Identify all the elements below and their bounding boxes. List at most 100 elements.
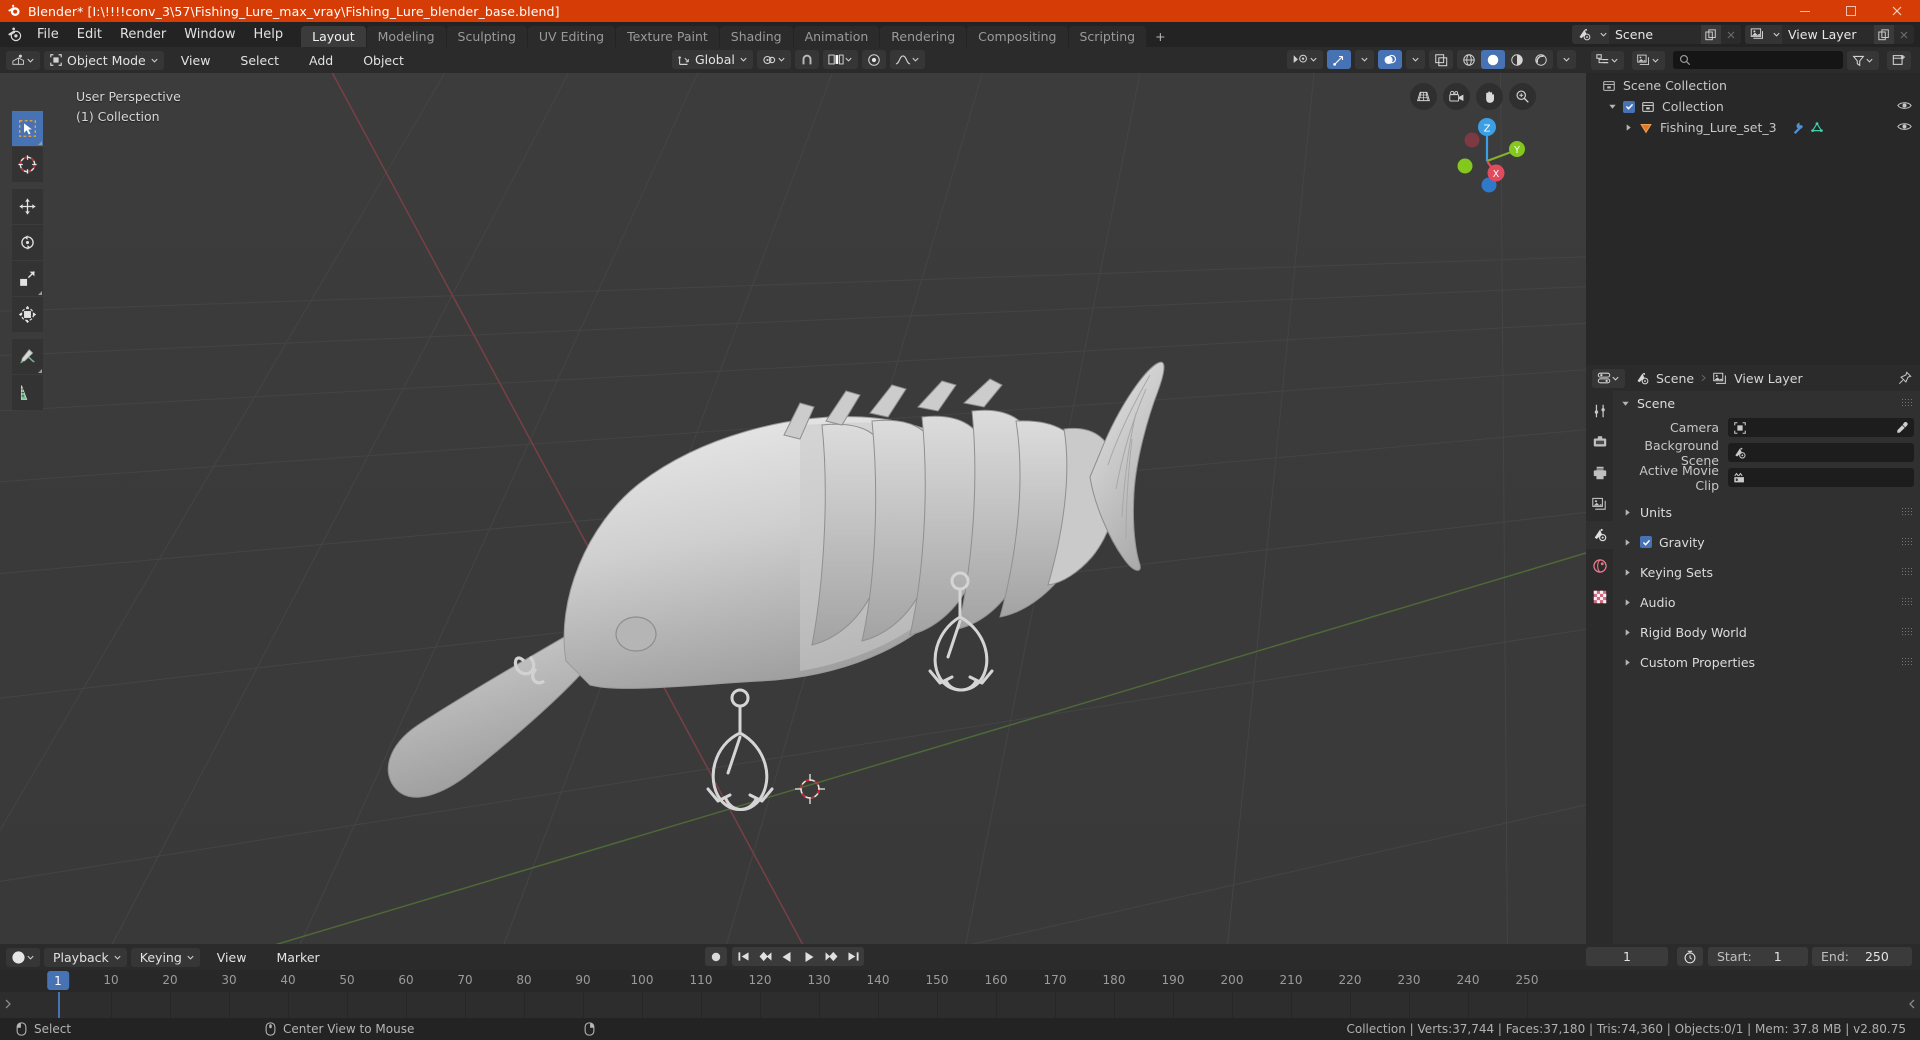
shading-wireframe-button[interactable]: [1457, 50, 1481, 69]
disclosure-triangle-down-icon[interactable]: [1621, 399, 1630, 408]
close-button[interactable]: [1874, 0, 1920, 22]
timeline-keying-menu[interactable]: Keying: [130, 947, 200, 967]
outliner-row-collection[interactable]: Collection: [1586, 96, 1920, 117]
pin-icon[interactable]: [1898, 371, 1912, 385]
end-frame-field[interactable]: End: 250: [1812, 947, 1912, 966]
timeline-expand-arrow-icon[interactable]: [3, 998, 13, 1010]
menu-help[interactable]: Help: [245, 25, 293, 44]
view-layer-selector[interactable]: View Layer: [1745, 25, 1914, 44]
properties-section-scene-header[interactable]: Scene: [1613, 393, 1920, 413]
modifier-wrench-icon[interactable]: [1791, 121, 1805, 135]
tab-animation[interactable]: Animation: [793, 26, 880, 47]
scene-selector[interactable]: Scene: [1572, 25, 1741, 44]
outliner-filter-button[interactable]: [1847, 50, 1879, 70]
auto-keyframe-button[interactable]: [1677, 947, 1703, 966]
outliner-row-scene-collection[interactable]: Scene Collection: [1586, 75, 1920, 96]
shading-rendered-button[interactable]: [1529, 50, 1553, 69]
editor-type-selector[interactable]: [6, 50, 40, 70]
jump-to-end-button[interactable]: [842, 947, 864, 966]
menu-edit[interactable]: Edit: [68, 25, 111, 44]
tab-compositing[interactable]: Compositing: [967, 26, 1068, 47]
tab-uv-editing[interactable]: UV Editing: [527, 26, 616, 47]
timeline-marker-menu[interactable]: Marker: [263, 948, 332, 967]
jump-to-prev-keyframe-button[interactable]: [754, 947, 776, 966]
gravity-checkbox[interactable]: [1640, 536, 1652, 548]
menu-render[interactable]: Render: [111, 25, 175, 44]
disclosure-triangle-right-icon[interactable]: [1624, 123, 1633, 132]
timeline-body[interactable]: [0, 992, 1920, 1018]
timeline-collapse-arrow-icon[interactable]: [1907, 998, 1917, 1010]
timeline-ruler[interactable]: 1 10 20 30 40 50 60 70 80 90 100 110 120…: [0, 970, 1920, 992]
tab-shading[interactable]: Shading: [719, 26, 793, 47]
add-workspace-tab-button[interactable]: +: [1147, 26, 1173, 47]
disclosure-triangle-right-icon[interactable]: [1623, 628, 1632, 637]
blender-menu-icon[interactable]: [0, 22, 28, 47]
viewport-canvas[interactable]: User Perspective (1) Collection Z Y X: [0, 73, 1586, 944]
eyedropper-icon[interactable]: [1896, 421, 1909, 434]
measure-tool[interactable]: [12, 375, 43, 410]
tab-layout[interactable]: Layout: [301, 26, 366, 47]
show-gizmo-toggle[interactable]: [1327, 50, 1351, 69]
show-overlays-toggle[interactable]: [1378, 50, 1402, 69]
minimize-button[interactable]: [1782, 0, 1828, 22]
toggle-xray-button[interactable]: [1429, 50, 1453, 69]
section-custom-properties[interactable]: Custom Properties: [1613, 647, 1920, 677]
properties-tab-view-layer[interactable]: [1586, 490, 1613, 518]
start-frame-field[interactable]: Start: 1: [1708, 947, 1808, 966]
jump-to-start-button[interactable]: [732, 947, 754, 966]
transform-orientation-selector[interactable]: Global: [672, 50, 753, 69]
fishing-lure-model[interactable]: [0, 73, 1586, 944]
tab-modeling[interactable]: Modeling: [366, 26, 446, 47]
camera-field[interactable]: [1728, 418, 1914, 437]
proportional-falloff-selector[interactable]: [889, 50, 925, 69]
viewport-axis-gizmo[interactable]: Z Y X: [1442, 113, 1526, 197]
pivot-point-selector[interactable]: [756, 50, 791, 69]
viewport-menu-view[interactable]: View: [168, 51, 224, 70]
rotate-tool[interactable]: [12, 225, 43, 260]
properties-editor[interactable]: Scene View Layer Scene Camera Background…: [1586, 365, 1920, 944]
disclosure-triangle-down-icon[interactable]: [1608, 102, 1617, 111]
playhead-indicator[interactable]: 1: [47, 971, 69, 990]
outliner-editor-type-selector[interactable]: [1591, 50, 1624, 70]
outliner-new-collection-button[interactable]: [1887, 50, 1911, 70]
disclosure-triangle-right-icon[interactable]: [1623, 508, 1632, 517]
properties-tab-texture[interactable]: [1586, 583, 1613, 611]
outliner-search-input[interactable]: [1673, 51, 1843, 69]
jump-to-next-keyframe-button[interactable]: [820, 947, 842, 966]
section-audio[interactable]: Audio: [1613, 587, 1920, 617]
outliner-display-mode-selector[interactable]: [1632, 50, 1665, 70]
section-keying-sets[interactable]: Keying Sets: [1613, 557, 1920, 587]
scale-tool[interactable]: [12, 261, 43, 296]
section-units[interactable]: Units: [1613, 497, 1920, 527]
overlays-options-selector[interactable]: [1406, 50, 1425, 69]
record-keyframe-button[interactable]: [705, 947, 727, 966]
annotate-tool[interactable]: [12, 339, 43, 374]
timeline-playback-menu[interactable]: Playback: [44, 947, 127, 967]
eye-icon[interactable]: [1897, 100, 1912, 111]
properties-tab-tool[interactable]: [1586, 397, 1613, 425]
shading-material-preview-button[interactable]: [1505, 50, 1529, 69]
disclosure-triangle-right-icon[interactable]: [1623, 598, 1632, 607]
eye-icon[interactable]: [1897, 121, 1912, 132]
properties-tab-scene[interactable]: [1586, 521, 1613, 549]
pan-view-icon[interactable]: [1476, 83, 1503, 110]
properties-tab-output[interactable]: [1586, 459, 1613, 487]
disclosure-triangle-right-icon[interactable]: [1623, 658, 1632, 667]
properties-editor-type-selector[interactable]: [1592, 368, 1625, 388]
tab-sculpting[interactable]: Sculpting: [446, 26, 527, 47]
gizmo-options-selector[interactable]: [1355, 50, 1374, 69]
outliner-editor[interactable]: Scene Collection Collection Fishing_Lure…: [1586, 47, 1920, 365]
remove-view-layer-button[interactable]: [1894, 25, 1914, 44]
active-movie-clip-field[interactable]: [1728, 468, 1914, 487]
shading-options-selector[interactable]: [1557, 50, 1576, 69]
object-type-visibility-selector[interactable]: [1287, 50, 1323, 69]
section-gravity[interactable]: Gravity: [1613, 527, 1920, 557]
properties-tab-world[interactable]: [1586, 552, 1613, 580]
tweak-select-box-tool[interactable]: [12, 111, 43, 146]
current-frame-field[interactable]: 1: [1586, 947, 1668, 966]
transform-tool[interactable]: [12, 297, 43, 332]
tab-scripting[interactable]: Scripting: [1068, 26, 1147, 47]
breadcrumb-scene[interactable]: Scene: [1656, 371, 1694, 386]
disclosure-triangle-right-icon[interactable]: [1623, 568, 1632, 577]
tab-rendering[interactable]: Rendering: [880, 26, 967, 47]
